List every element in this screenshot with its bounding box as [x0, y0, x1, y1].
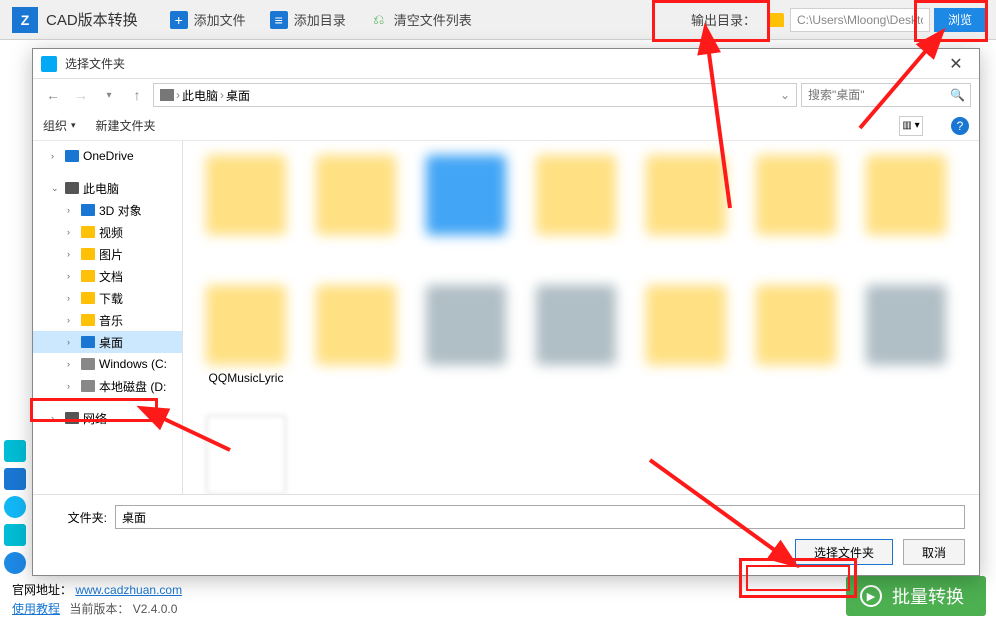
file-grid[interactable]: QQMusicLyric — [183, 141, 979, 494]
app-toolbar: Z CAD版本转换 + 添加文件 ≡ 添加目录 ⎌ 清空文件列表 输出目录： 浏… — [0, 0, 996, 40]
dialog-toolbar: 组织 ▾ 新建文件夹 ▥ ▾ ? — [33, 111, 979, 141]
tree-network[interactable]: ›网络 — [33, 407, 182, 429]
search-input[interactable] — [801, 83, 971, 107]
browse-button[interactable]: 浏览 — [934, 8, 986, 32]
folder-dialog: 选择文件夹 ✕ ← → ▾ ↑ › 此电脑 › 桌面 ⌄ 🔍 组织 ▾ 新建文件… — [32, 48, 980, 576]
breadcrumb-item[interactable]: 此电脑 — [182, 87, 218, 104]
organize-button[interactable]: 组织 ▾ — [43, 117, 76, 134]
help-icon[interactable]: ? — [951, 117, 969, 135]
tree-drive-c[interactable]: ›Windows (C: — [33, 353, 182, 375]
dialog-titlebar: 选择文件夹 ✕ — [33, 49, 979, 79]
task-icon[interactable] — [4, 524, 26, 546]
grid-folder[interactable] — [851, 279, 961, 409]
grid-folder[interactable] — [741, 279, 851, 409]
version-value: V2.4.0.0 — [133, 602, 178, 616]
nav-back-icon[interactable]: ← — [41, 83, 65, 107]
grid-folder[interactable] — [301, 149, 411, 279]
add-dir-label: 添加目录 — [294, 10, 346, 29]
tree-onedrive[interactable]: ›OneDrive — [33, 145, 182, 167]
nav-up-icon[interactable]: ↑ — [125, 83, 149, 107]
dialog-title-icon — [41, 56, 57, 72]
breadcrumb[interactable]: › 此电脑 › 桌面 ⌄ — [153, 83, 797, 107]
tree-music[interactable]: ›音乐 — [33, 309, 182, 331]
chevron-down-icon[interactable]: ⌄ — [780, 88, 790, 102]
list-icon: ≡ — [270, 11, 288, 29]
new-folder-button[interactable]: 新建文件夹 — [96, 117, 156, 134]
grid-folder[interactable] — [521, 149, 631, 279]
task-icon[interactable] — [4, 468, 26, 490]
clear-list-label: 清空文件列表 — [394, 10, 472, 29]
chevron-down-icon: ▾ — [71, 120, 76, 131]
grid-folder[interactable] — [631, 279, 741, 409]
view-mode-button[interactable]: ▥ ▾ — [899, 116, 923, 136]
breadcrumb-item[interactable]: 桌面 — [226, 87, 250, 104]
add-file-label: 添加文件 — [194, 10, 246, 29]
add-dir-button[interactable]: ≡ 添加目录 — [258, 0, 358, 40]
tree-documents[interactable]: ›文档 — [33, 265, 182, 287]
tree-drive-d[interactable]: ›本地磁盘 (D: — [33, 375, 182, 397]
grid-folder[interactable] — [851, 149, 961, 279]
pc-icon — [160, 89, 174, 101]
add-file-button[interactable]: + 添加文件 — [158, 0, 258, 40]
site-link[interactable]: www.cadzhuan.com — [75, 583, 182, 597]
folder-field-label: 文件夹: — [47, 509, 107, 526]
output-dir-label: 输出目录： — [685, 10, 762, 29]
grid-folder[interactable] — [741, 149, 851, 279]
tree-this-pc[interactable]: ⌄此电脑 — [33, 177, 182, 199]
tree-pictures[interactable]: ›图片 — [33, 243, 182, 265]
nav-fwd-icon[interactable]: → — [69, 83, 93, 107]
batch-label: 批量转换 — [892, 583, 964, 609]
plus-icon: + — [170, 11, 188, 29]
grid-folder[interactable] — [521, 279, 631, 409]
clear-list-button[interactable]: ⎌ 清空文件列表 — [358, 0, 484, 40]
tree-videos[interactable]: ›视频 — [33, 221, 182, 243]
version-label: 当前版本： — [69, 602, 129, 616]
cancel-button[interactable]: 取消 — [903, 539, 965, 565]
desktop-taskbar — [4, 440, 26, 574]
search-icon[interactable]: 🔍 — [950, 88, 965, 102]
chevron-right-icon: › — [176, 88, 180, 102]
batch-convert-button[interactable]: ▶ 批量转换 — [846, 576, 986, 616]
tree-3d-objects[interactable]: ›3D 对象 — [33, 199, 182, 221]
app-title: CAD版本转换 — [46, 9, 138, 30]
grid-folder[interactable] — [191, 149, 301, 279]
close-icon[interactable]: ✕ — [941, 54, 971, 74]
grid-folder[interactable] — [631, 149, 741, 279]
grid-folder[interactable] — [301, 279, 411, 409]
chevron-right-icon: › — [220, 88, 224, 102]
task-icon[interactable] — [4, 496, 26, 518]
play-icon: ▶ — [860, 585, 882, 607]
app-logo-icon: Z — [12, 7, 38, 33]
tutorial-link[interactable]: 使用教程 — [12, 602, 60, 616]
tree-downloads[interactable]: ›下载 — [33, 287, 182, 309]
dialog-title: 选择文件夹 — [65, 55, 941, 72]
folder-name-input[interactable] — [115, 505, 965, 529]
nav-history-icon[interactable]: ▾ — [97, 83, 121, 107]
grid-folder[interactable]: QQMusicLyric — [191, 279, 301, 409]
grid-folder[interactable] — [411, 149, 521, 279]
grid-folder[interactable] — [191, 409, 301, 494]
output-path-input[interactable] — [790, 8, 930, 32]
clear-icon: ⎌ — [370, 11, 388, 29]
dialog-nav: ← → ▾ ↑ › 此电脑 › 桌面 ⌄ 🔍 — [33, 79, 979, 111]
folder-tree: ›OneDrive ⌄此电脑 ›3D 对象 ›视频 ›图片 ›文档 ›下载 ›音… — [33, 141, 183, 494]
site-label: 官网地址： — [12, 583, 72, 597]
grid-folder[interactable] — [411, 279, 521, 409]
task-icon[interactable] — [4, 552, 26, 574]
dialog-footer: 文件夹: 选择文件夹 取消 — [33, 494, 979, 575]
task-icon[interactable] — [4, 440, 26, 462]
select-folder-button[interactable]: 选择文件夹 — [795, 539, 893, 565]
tree-desktop[interactable]: ›桌面 — [33, 331, 182, 353]
folder-icon — [768, 13, 784, 27]
